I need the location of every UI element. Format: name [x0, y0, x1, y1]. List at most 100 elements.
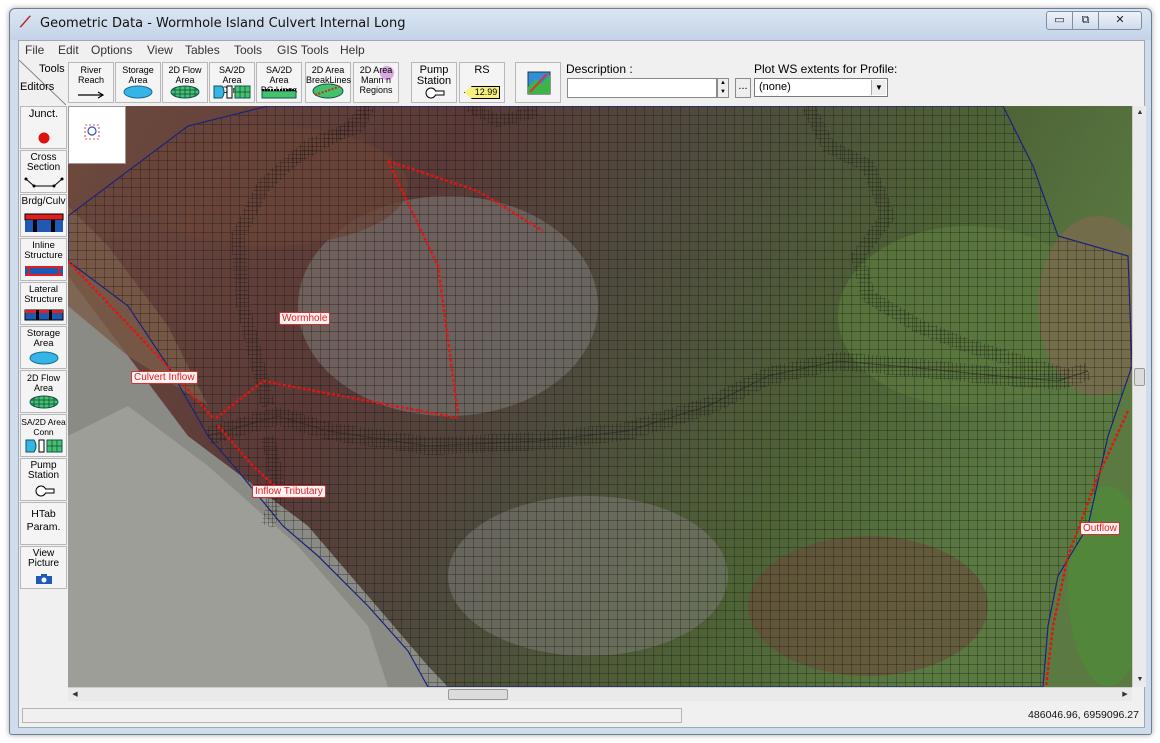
- menu-edit[interactable]: Edit: [58, 43, 79, 57]
- status-bar: 486046.96, 6959096.27: [19, 705, 1144, 727]
- menu-options[interactable]: Options: [91, 43, 132, 57]
- breaklines-icon: [312, 83, 344, 99]
- description-more-button[interactable]: ...: [735, 78, 751, 98]
- title-bar[interactable]: ⟋ Geometric Data - Wormhole Island Culve…: [10, 9, 1151, 40]
- maximize-button[interactable]: ⧉: [1072, 11, 1099, 30]
- description-spinner[interactable]: ▲ ▼: [717, 78, 729, 98]
- menu-tables[interactable]: Tables: [185, 43, 220, 57]
- inline-structure-icon: [24, 266, 63, 276]
- plot-ws-label: Plot WS extents for Profile:: [754, 62, 898, 76]
- geometric-data-window: ⟋ Geometric Data - Wormhole Island Culve…: [9, 8, 1152, 735]
- minimize-button[interactable]: ▭: [1046, 11, 1073, 30]
- map-label-culvert-inflow[interactable]: Culvert Inflow: [131, 371, 198, 384]
- bc-lines-icon: [261, 89, 297, 99]
- storage-area-button[interactable]: Storage Area: [115, 62, 161, 103]
- horizontal-scrollbar[interactable]: ◀ ▶: [68, 687, 1132, 701]
- menu-tools[interactable]: Tools: [234, 43, 262, 57]
- grid-area-icon: [170, 85, 200, 99]
- editors-panel: Junct. Cross Section Brdg/Culv Inline St…: [19, 106, 67, 702]
- scroll-down-icon[interactable]: ▼: [1133, 673, 1147, 687]
- camera-icon: [35, 574, 52, 584]
- tools-label: Tools: [39, 63, 65, 75]
- sa-2d-conn-button[interactable]: SA/2D Area Conn: [209, 62, 255, 103]
- menu-view[interactable]: View: [147, 43, 173, 57]
- river-reach-button[interactable]: River Reach: [68, 62, 114, 103]
- map-icon: [527, 71, 551, 95]
- connection-icon: [25, 439, 62, 453]
- geometry-map-canvas[interactable]: Wormhole Culvert Inflow Inflow Tributary…: [68, 106, 1132, 687]
- pump-station-button[interactable]: Pump Station: [411, 62, 457, 103]
- status-message-panel: [22, 708, 682, 723]
- rs-tag-icon: 12.99: [464, 86, 500, 99]
- cross-section-label: Cross Section: [26, 152, 61, 173]
- terrain-mesh-svg: [68, 106, 1132, 687]
- description-label: Description :: [566, 62, 633, 76]
- chevron-down-icon[interactable]: ▼: [871, 80, 886, 95]
- htab-param-editor-button[interactable]: HTab Param.: [20, 502, 67, 545]
- menu-help[interactable]: Help: [340, 43, 365, 57]
- map-label-outflow[interactable]: Outflow: [1080, 522, 1120, 535]
- bridge-culvert-label: Brdg/Culv: [21, 196, 66, 207]
- sa-2d-bc-lines-button[interactable]: SA/2D Area BC Lines: [256, 62, 302, 103]
- lateral-structure-editor-button[interactable]: Lateral Structure: [20, 282, 67, 325]
- menu-gis-tools[interactable]: GIS Tools: [277, 43, 329, 57]
- view-picture-label: View Picture: [27, 548, 60, 569]
- storage-area-icon: [123, 85, 153, 99]
- lateral-structure-icon: [24, 309, 63, 321]
- 2d-flow-area-button[interactable]: 2D Flow Area: [162, 62, 208, 103]
- description-input[interactable]: [567, 78, 717, 98]
- storage-area-editor-button[interactable]: Storage Area: [20, 326, 67, 369]
- sa-2d-conn-editor-button[interactable]: SA/2D Area Conn: [20, 414, 67, 457]
- menu-bar: File Edit Options View Tables Tools GIS …: [19, 41, 1144, 59]
- menu-file[interactable]: File: [25, 43, 44, 57]
- bridge-culvert-editor-button[interactable]: Brdg/Culv: [20, 194, 67, 237]
- window-title: Geometric Data - Wormhole Island Culvert…: [40, 16, 406, 31]
- pump-icon: [425, 87, 445, 99]
- map-label-wormhole[interactable]: Wormhole: [279, 312, 331, 325]
- plot-ws-selected: (none): [759, 81, 791, 93]
- rs-label: RS: [474, 64, 490, 76]
- storage-area-icon: [29, 351, 58, 365]
- junction-editor-button[interactable]: Junct.: [20, 106, 67, 149]
- hec-ras-app-icon: ⟋: [20, 14, 31, 31]
- 2d-manning-regions-label: 2D Area Mann n Regions: [359, 65, 393, 95]
- rs-button[interactable]: RS 12.99: [459, 62, 505, 103]
- inline-structure-editor-button[interactable]: Inline Structure: [20, 238, 67, 281]
- storage-area-editor-label: Storage Area: [26, 328, 61, 349]
- 2d-flow-area-editor-button[interactable]: 2D Flow Area: [20, 370, 67, 413]
- toolbar: Tools River Reach Storage Area 2D Flow A…: [19, 60, 1144, 106]
- horizontal-scroll-thumb[interactable]: [448, 689, 508, 700]
- sa-2d-conn-editor-label: SA/2D Area Conn: [21, 417, 66, 437]
- inline-structure-label: Inline Structure: [24, 240, 63, 261]
- view-picture-editor-button[interactable]: View Picture: [20, 546, 67, 589]
- cross-section-editor-button[interactable]: Cross Section: [20, 150, 67, 193]
- 2d-flow-area-label: 2D Flow Area: [168, 65, 202, 85]
- rs-tag-value: 12.99: [474, 87, 498, 97]
- scroll-right-icon[interactable]: ▶: [1118, 688, 1132, 702]
- pump-station-label: Pump Station: [416, 64, 452, 87]
- editors-label: Editors: [20, 81, 55, 93]
- pump-station-editor-button[interactable]: Pump Station: [20, 458, 67, 501]
- grid-area-icon: [29, 395, 58, 409]
- overview-extent-icon: [84, 124, 100, 140]
- close-button[interactable]: ✕: [1098, 11, 1142, 30]
- map-view-button[interactable]: [515, 62, 561, 103]
- lateral-structure-label: Lateral Structure: [24, 284, 63, 305]
- pump-station-editor-label: Pump Station: [27, 460, 60, 481]
- 2d-manning-regions-button[interactable]: 2D Area Mann n Regions: [353, 62, 399, 103]
- 2d-breaklines-button[interactable]: 2D Area BreakLines: [305, 62, 351, 103]
- vertical-scroll-thumb[interactable]: [1134, 368, 1145, 386]
- scroll-left-icon[interactable]: ◀: [68, 688, 82, 702]
- status-coordinates: 486046.96, 6959096.27: [1028, 709, 1139, 721]
- vertical-scrollbar[interactable]: ▲ ▼: [1132, 106, 1146, 687]
- pump-icon: [35, 485, 54, 497]
- 2d-breaklines-label: 2D Area BreakLines: [306, 65, 352, 85]
- client-area: File Edit Options View Tables Tools GIS …: [18, 40, 1146, 728]
- 2d-flow-area-editor-label: 2D Flow Area: [26, 373, 60, 393]
- river-reach-label: River Reach: [77, 65, 104, 85]
- map-overview-inset[interactable]: [68, 106, 126, 164]
- map-label-inflow-tributary[interactable]: Inflow Tributary: [252, 485, 326, 498]
- htab-param-label: HTab Param.: [26, 508, 61, 533]
- plot-ws-profile-select[interactable]: (none) ▼: [754, 78, 888, 97]
- scroll-up-icon[interactable]: ▲: [1133, 106, 1147, 120]
